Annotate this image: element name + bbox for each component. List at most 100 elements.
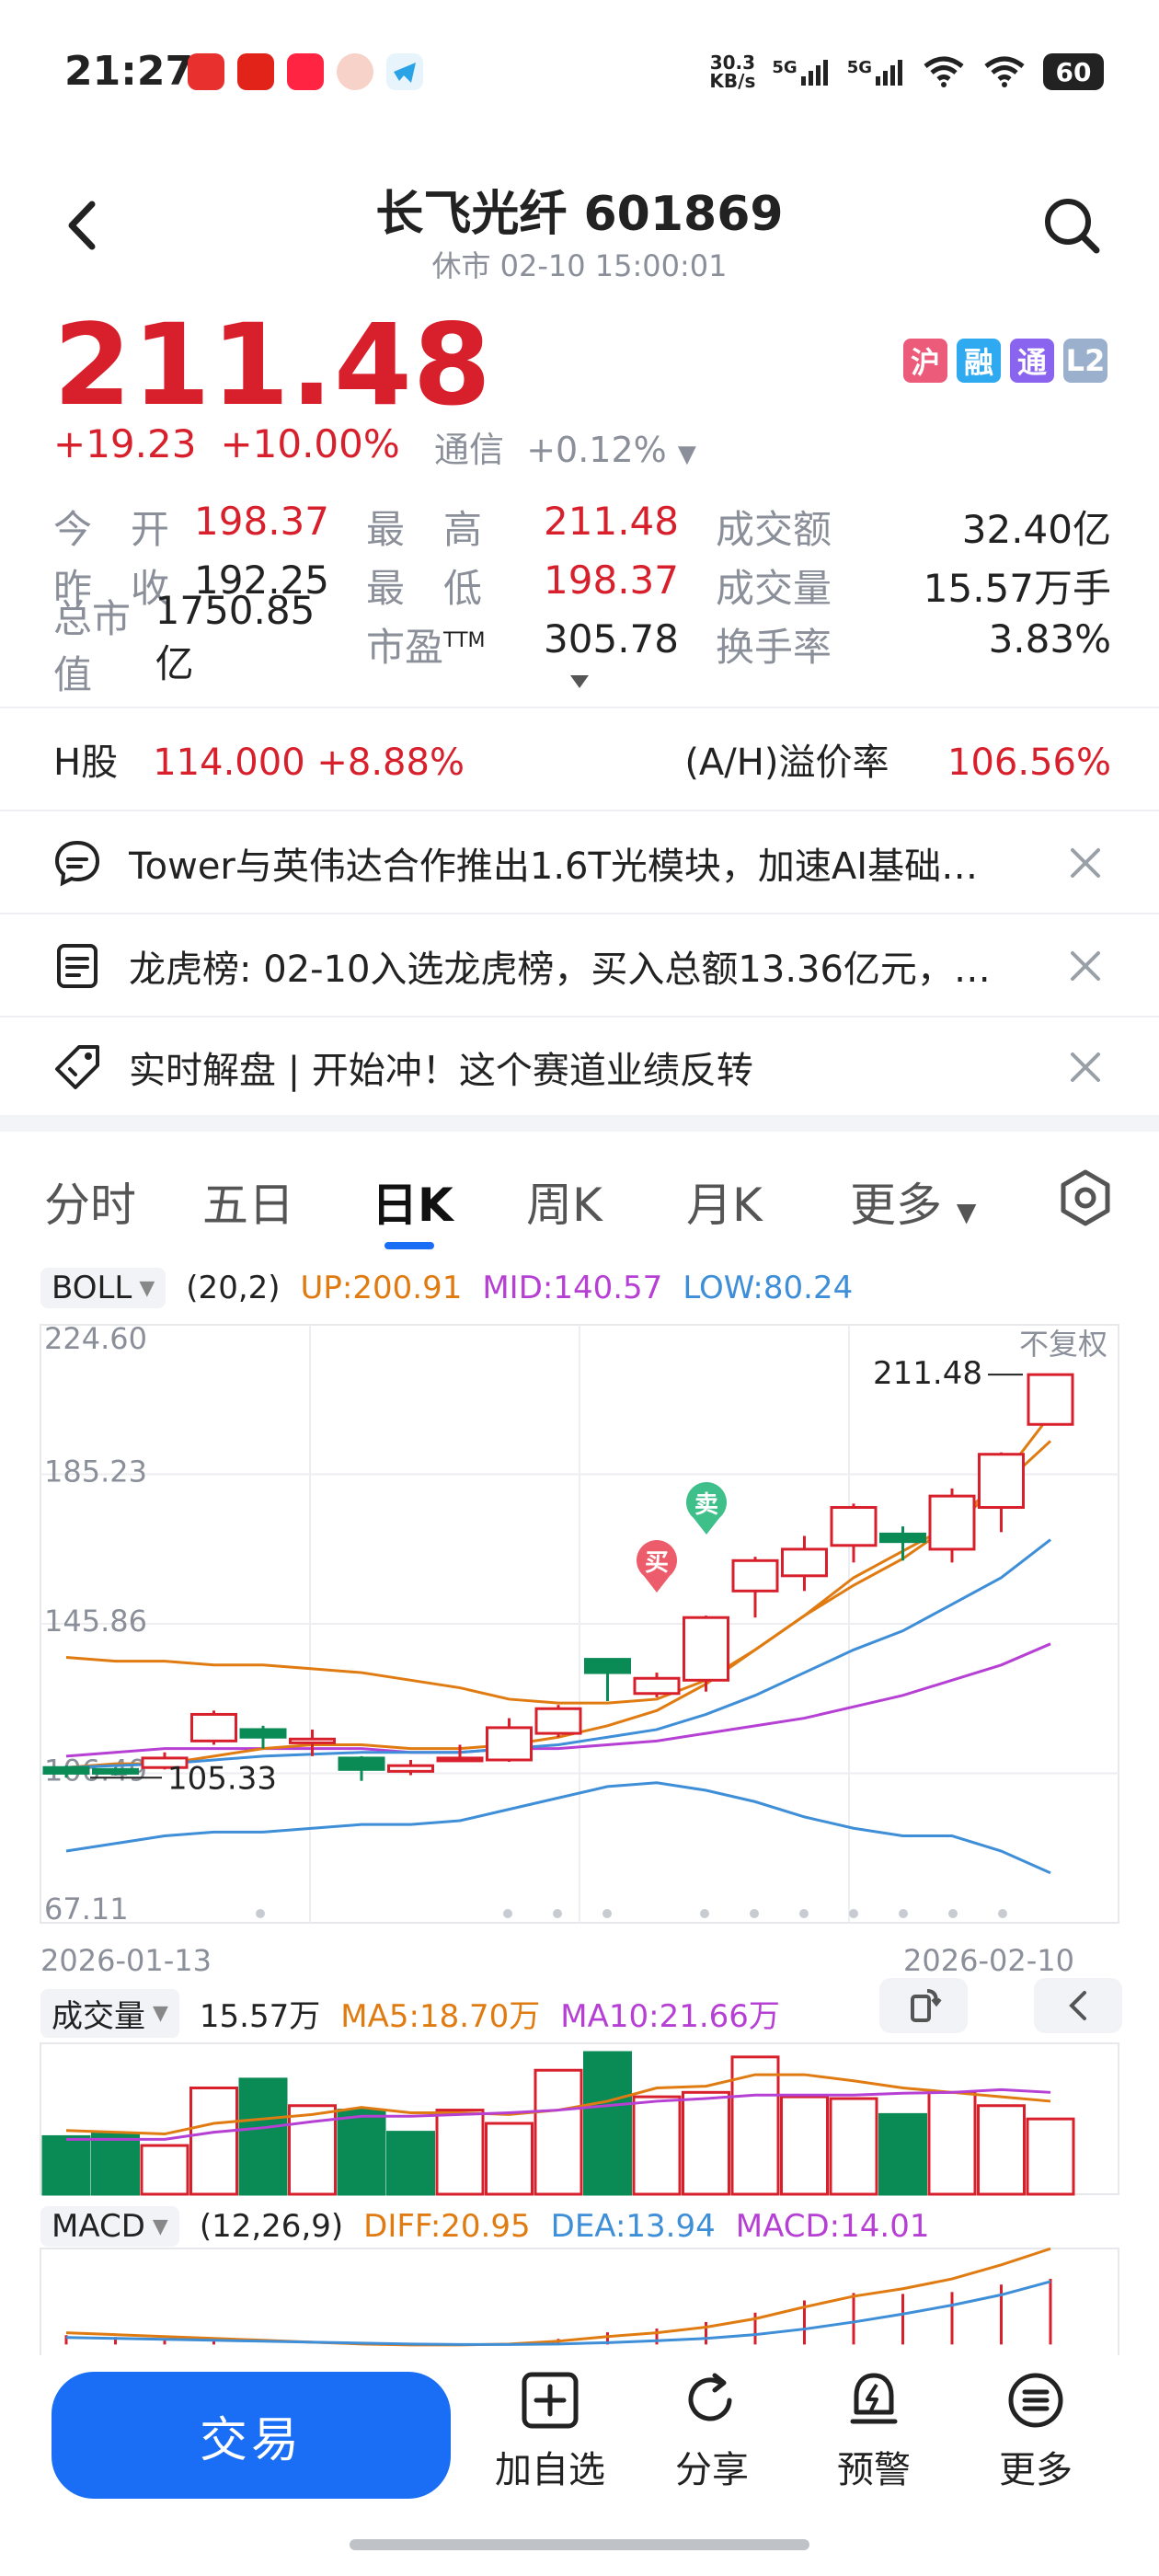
close-icon[interactable]: [1067, 845, 1104, 881]
netease-music-icon: [188, 53, 224, 90]
candle-body: [1027, 1373, 1074, 1426]
stat-value: 305.78: [544, 615, 679, 661]
search-icon[interactable]: [1039, 193, 1104, 258]
candle[interactable]: [978, 1452, 1025, 1533]
volume-bar: [337, 2109, 386, 2196]
candle[interactable]: [830, 1503, 878, 1563]
candle-body: [436, 1756, 484, 1763]
candle-body: [978, 1453, 1025, 1510]
market-badge: 沪: [903, 339, 947, 383]
close-icon[interactable]: [1067, 1049, 1104, 1086]
stats-row: 总市值 1750.85亿 市盈TTM 305.78 换手率 3.83%: [53, 588, 1111, 697]
sell-marker-label: 卖: [694, 1491, 718, 1519]
more-menu-icon: [1008, 2373, 1063, 2428]
candle[interactable]: [486, 1718, 533, 1763]
tab-five-day[interactable]: 五日: [202, 1168, 294, 1235]
rotate-screen-button[interactable]: [879, 1978, 968, 2033]
alert-bell-icon: [850, 2373, 898, 2424]
stat-value: 32.40亿: [961, 506, 1111, 552]
dropdown-triangle-icon: ▼: [139, 1276, 155, 1300]
stat-label: 成交量: [716, 565, 832, 611]
no-adjust-label[interactable]: 不复权: [1019, 1321, 1107, 1363]
low-marker-label: 105.33: [167, 1760, 277, 1797]
collapse-button[interactable]: [1034, 1978, 1122, 2033]
macd-selector[interactable]: MACD ▼: [40, 2206, 179, 2247]
chat-icon: [54, 840, 100, 887]
signal-icon-2: 5G: [847, 58, 905, 86]
candle[interactable]: [731, 1557, 779, 1618]
candle[interactable]: [633, 1673, 681, 1697]
stat-label-wrap: 市盈TTM: [366, 616, 486, 673]
candle[interactable]: [584, 1658, 631, 1702]
end-date: 2026-02-10: [903, 1943, 1074, 1978]
h-share-row[interactable]: H股 114.000 +8.88% (A/H)溢价率 106.56%: [53, 732, 1111, 786]
event-dot: [503, 1909, 512, 1918]
candle[interactable]: [534, 1705, 582, 1738]
volume-chart[interactable]: [0, 2038, 1159, 2203]
expand-triangle-icon[interactable]: [568, 673, 591, 690]
stat-value: 198.37: [544, 557, 679, 603]
candle[interactable]: [338, 1755, 385, 1781]
share-button[interactable]: 分享: [648, 2370, 776, 2493]
volume-legend: 成交量 ▼ 15.57万 MA5:18.70万 MA10:21.66万: [40, 1989, 780, 2038]
candle[interactable]: [928, 1488, 976, 1563]
ah-premium-label: (A/H)溢价率: [684, 742, 889, 784]
battery-indicator: 60: [1043, 53, 1104, 90]
industry-info[interactable]: 通信 +0.12% ▼: [434, 421, 696, 472]
tab-more[interactable]: 更多 ▼: [850, 1168, 976, 1235]
stat-cell: 总市值 1750.85亿: [53, 588, 366, 700]
tab-monthly-k[interactable]: 月K: [686, 1168, 763, 1235]
event-dot: [256, 1909, 265, 1918]
share-icon: [688, 2373, 732, 2421]
boll-mid: MID:140.57: [482, 1270, 663, 1306]
h-share-price: 114.000: [153, 742, 305, 784]
macd-chart[interactable]: [0, 2245, 1159, 2355]
news-text: 龙虎榜: 02-10入选龙虎榜，买入总额13.36亿元，…: [129, 949, 991, 991]
active-tab-indicator: [384, 1242, 434, 1249]
volume-ma10: MA10:21.66万: [560, 1998, 780, 2035]
candle-body: [190, 1712, 237, 1742]
buy-marker[interactable]: 买: [637, 1540, 678, 1593]
candle[interactable]: [683, 1616, 729, 1692]
volume-selector[interactable]: 成交量 ▼: [40, 1989, 179, 2038]
settings-hexagon-icon[interactable]: [1056, 1168, 1115, 1227]
add-watchlist-button[interactable]: 加自选: [486, 2370, 614, 2493]
market-badge: L2: [1063, 339, 1107, 383]
xiaohongshu-icon: [287, 53, 324, 90]
avatar-icon: [337, 53, 373, 90]
candle[interactable]: [239, 1725, 287, 1749]
candle-body: [683, 1616, 729, 1682]
candle[interactable]: [289, 1729, 336, 1756]
more-button[interactable]: 更多: [971, 2370, 1100, 2493]
candle[interactable]: [92, 1767, 139, 1776]
volume-bar: [927, 2090, 977, 2196]
share-label: 分享: [675, 2449, 749, 2491]
trade-button[interactable]: 交易: [52, 2372, 451, 2499]
tab-intraday[interactable]: 分时: [44, 1168, 136, 1235]
sell-marker[interactable]: 卖: [686, 1482, 727, 1535]
news-item[interactable]: 实时解盘 | 开始冲！这个赛道业绩反转: [0, 1018, 1159, 1117]
candle-body: [584, 1658, 631, 1674]
volume-bar: [189, 2087, 238, 2196]
candle-body: [239, 1728, 287, 1739]
chevron-left-icon: [1069, 1991, 1086, 2020]
news-item[interactable]: Tower与英伟达合作推出1.6T光模块，加速AI基础…: [0, 813, 1159, 913]
alert-button[interactable]: 预警: [809, 2370, 938, 2493]
volume-bar: [682, 2090, 730, 2196]
candle[interactable]: [781, 1535, 828, 1592]
tab-weekly-k[interactable]: 周K: [526, 1168, 602, 1235]
candle[interactable]: [190, 1710, 237, 1745]
signal-label: 5G: [772, 58, 798, 77]
close-icon[interactable]: [1067, 948, 1104, 984]
current-price: 211.48: [53, 300, 492, 431]
boll-selector[interactable]: BOLL ▼: [40, 1268, 166, 1308]
candle[interactable]: [1027, 1373, 1074, 1426]
volume-bar: [386, 2131, 435, 2196]
news-text: 实时解盘 | 开始冲！这个赛道业绩反转: [129, 1050, 753, 1092]
candle-body: [781, 1547, 828, 1578]
tab-daily-k[interactable]: 日K: [372, 1168, 453, 1235]
news-item[interactable]: 龙虎榜: 02-10入选龙虎榜，买入总额13.36亿元，…: [0, 916, 1159, 1016]
candlestick-chart[interactable]: 224.60185.23145.86106.4967.11211.48105.3…: [0, 1306, 1159, 1969]
tab-more-label: 更多: [850, 1179, 942, 1232]
volume-name: 成交量: [52, 1998, 145, 2035]
